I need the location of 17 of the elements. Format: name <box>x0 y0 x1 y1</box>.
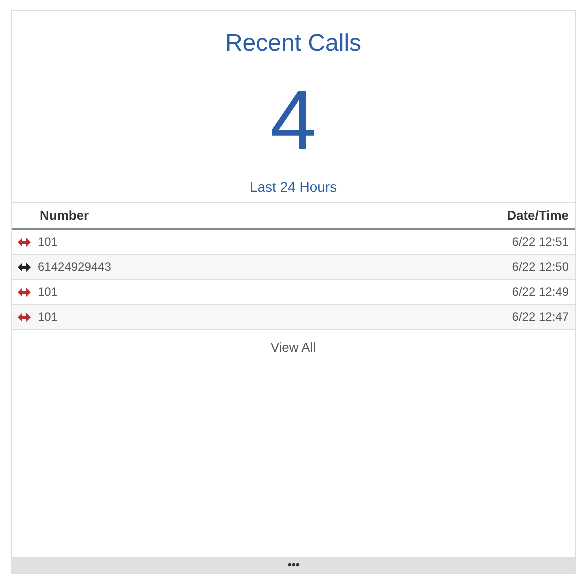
number-cell-text: 101 <box>38 234 58 251</box>
more-icon[interactable] <box>288 563 300 567</box>
call-count: 4 <box>269 75 318 165</box>
view-all-link[interactable]: View All <box>270 338 316 358</box>
number-cell-text: 101 <box>38 309 58 326</box>
call-row[interactable]: 61424929443 6/22 12:50 <box>12 255 575 280</box>
number-cell-text: 101 <box>38 284 58 301</box>
column-header: Date/Time <box>507 206 569 225</box>
column-header: Number <box>40 206 90 225</box>
datetime-cell-text: 6/22 12:47 <box>512 309 569 326</box>
call-row[interactable]: 101 6/22 12:47 <box>12 305 575 330</box>
period-label: Last 24 Hours <box>248 178 338 197</box>
datetime-cell-text: 6/22 12:50 <box>512 259 569 276</box>
datetime-cell-text: 6/22 12:51 <box>512 234 569 251</box>
datetime-cell-text: 6/22 12:49 <box>512 284 569 301</box>
number-cell-text: 61424929443 <box>38 259 112 276</box>
widget-title: Recent Calls <box>224 29 363 59</box>
